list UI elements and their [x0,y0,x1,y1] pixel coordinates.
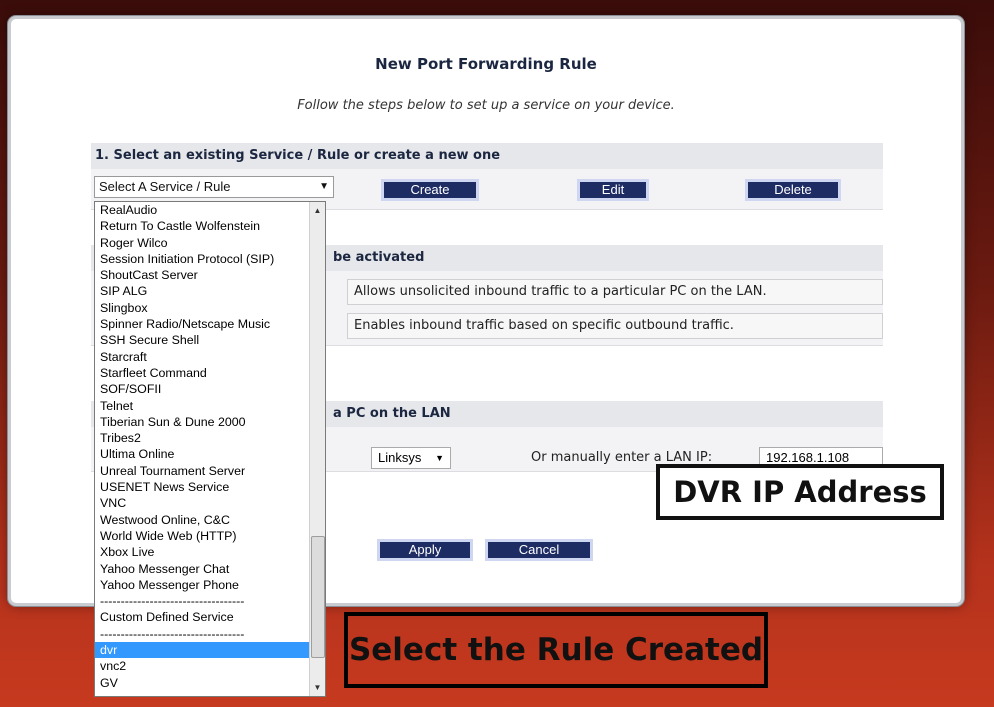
create-button[interactable]: Create [381,179,479,201]
service-rule-dropdown-list[interactable]: RealAudio Return To Castle Wolfenstein Rog… [94,201,326,697]
step3-header-text: a PC on the LAN [333,406,451,421]
dropdown-option[interactable]: dvr [95,642,325,659]
step2-row-1: Allows unsolicited inbound traffic to a … [347,279,883,305]
step2-row-2: Enables inbound traffic based on specifi… [347,313,883,339]
cancel-button[interactable]: Cancel [485,539,593,561]
dropdown-option[interactable]: Custom Defined Service [95,609,325,625]
dropdown-option[interactable]: Return To Castle Wolfenstein [95,218,325,234]
service-rule-select-value: Select A Service / Rule [99,179,231,194]
page-title: New Port Forwarding Rule [375,55,597,73]
dropdown-option[interactable]: Starcraft [95,349,325,365]
chevron-down-icon: ▼ [319,181,329,192]
step2-row-1-desc: Allows unsolicited inbound traffic to a … [354,284,767,299]
step2-row-2-desc: Enables inbound traffic based on specifi… [354,318,734,333]
page-subtitle: Follow the steps below to set up a servi… [297,98,675,113]
scroll-thumb[interactable] [311,536,325,658]
dropdown-option[interactable]: Starfleet Command [95,365,325,381]
device-select[interactable]: Linksys ▼ [371,447,451,469]
dropdown-option[interactable]: GV [95,675,325,691]
dropdown-option[interactable]: Telnet [95,398,325,414]
step2-header-text: be activated [333,250,425,265]
edit-button[interactable]: Edit [577,179,649,201]
dvr-ip-callout: DVR IP Address [656,464,944,520]
select-rule-callout: Select the Rule Created [344,612,768,688]
delete-button[interactable]: Delete [745,179,841,201]
dropdown-option[interactable]: Tiberian Sun & Dune 2000 [95,414,325,430]
dropdown-option[interactable]: vnc2 [95,658,325,674]
dropdown-option[interactable]: Xbox Live [95,544,325,560]
manual-ip-label: Or manually enter a LAN IP: [531,450,713,465]
dropdown-option[interactable]: USENET News Service [95,479,325,495]
dropdown-option[interactable]: Spinner Radio/Netscape Music [95,316,325,332]
dropdown-option[interactable]: Session Initiation Protocol (SIP) [95,251,325,267]
dropdown-option[interactable]: Ultima Online [95,446,325,462]
dropdown-option[interactable]: Tribes2 [95,430,325,446]
dropdown-option[interactable]: Yahoo Messenger Chat [95,561,325,577]
dropdown-options: RealAudio Return To Castle Wolfenstein Rog… [95,202,325,691]
dropdown-option[interactable]: VNC [95,495,325,511]
service-rule-select[interactable]: Select A Service / Rule ▼ [94,176,334,198]
dropdown-option[interactable]: SOF/SOFII [95,381,325,397]
dropdown-option[interactable]: Roger Wilco [95,235,325,251]
dropdown-scrollbar[interactable]: ▲ ▼ [309,202,325,696]
scroll-up-icon[interactable]: ▲ [310,206,325,215]
dropdown-option[interactable]: Westwood Online, C&C [95,512,325,528]
dropdown-option[interactable]: SSH Secure Shell [95,332,325,348]
device-select-value: Linksys [378,450,422,465]
dropdown-option[interactable]: Slingbox [95,300,325,316]
dropdown-option[interactable]: ShoutCast Server [95,267,325,283]
dropdown-option[interactable]: World Wide Web (HTTP) [95,528,325,544]
scroll-down-icon[interactable]: ▼ [310,683,325,692]
step1-header: 1. Select an existing Service / Rule or … [91,143,883,169]
chevron-down-icon: ▼ [435,453,444,463]
apply-button[interactable]: Apply [377,539,473,561]
dropdown-option[interactable]: RealAudio [95,202,325,218]
dropdown-option[interactable]: SIP ALG [95,283,325,299]
dropdown-option[interactable]: Unreal Tournament Server [95,463,325,479]
dropdown-option[interactable]: Yahoo Messenger Phone [95,577,325,593]
dropdown-option[interactable]: ----------------------------------- [95,593,325,609]
dropdown-option[interactable]: ----------------------------------- [95,626,325,642]
